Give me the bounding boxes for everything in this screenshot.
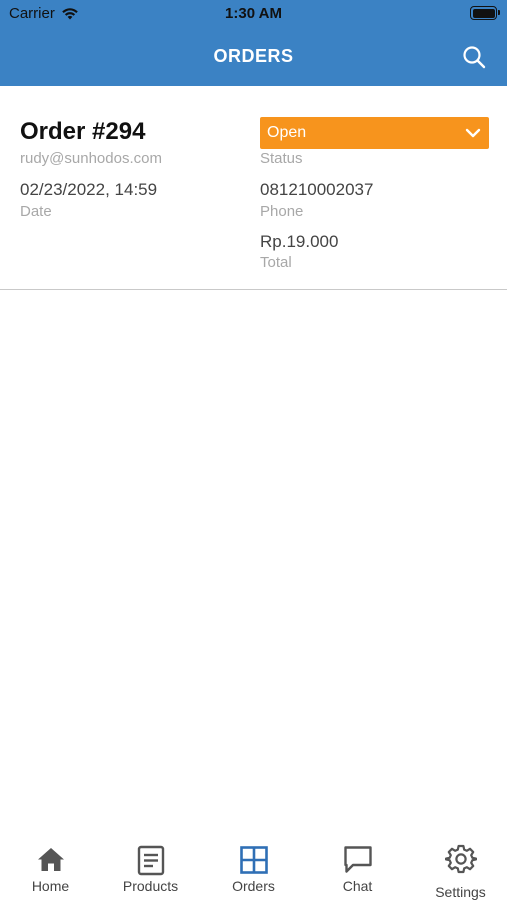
tab-products[interactable]: Products xyxy=(100,828,201,900)
battery-icon xyxy=(470,6,500,20)
order-total: Rp.19.000 xyxy=(260,232,339,251)
nav-bar: ORDERS xyxy=(0,30,507,86)
order-date: 02/23/2022, 14:59 xyxy=(20,180,158,199)
order-phone: 081210002037 xyxy=(260,180,374,199)
chevron-down-icon xyxy=(465,128,481,138)
order-card[interactable]: Order #294 rudy@sunhodos.com 02/23/2022,… xyxy=(0,104,507,290)
tab-orders[interactable]: Orders xyxy=(203,828,304,900)
tab-products-label: Products xyxy=(122,878,179,894)
chat-icon xyxy=(343,846,372,873)
status-label: Status xyxy=(260,150,303,167)
tab-chat-label: Chat xyxy=(342,878,373,894)
tab-chat[interactable]: Chat xyxy=(307,828,408,900)
status-value: Open xyxy=(267,124,307,141)
tab-home[interactable]: Home xyxy=(0,828,101,900)
order-email: rudy@sunhodos.com xyxy=(20,150,162,167)
orders-screen: Carrier 1:30 AM ORDERS Order #294 rudy@s… xyxy=(0,0,507,900)
page-title: ORDERS xyxy=(213,46,294,66)
status-dropdown[interactable]: Open xyxy=(260,117,489,149)
status-bar: Carrier 1:30 AM xyxy=(0,0,507,30)
clock: 1:30 AM xyxy=(225,5,282,22)
app-header: Carrier 1:30 AM ORDERS xyxy=(0,0,507,86)
order-number: Order #294 xyxy=(20,118,146,145)
tab-orders-label: Orders xyxy=(232,878,275,894)
tab-home-label: Home xyxy=(31,878,70,894)
order-date-label: Date xyxy=(20,203,52,220)
tab-settings[interactable]: Settings xyxy=(410,828,507,900)
search-icon[interactable] xyxy=(461,44,487,70)
list-icon xyxy=(137,845,164,876)
home-icon xyxy=(37,848,64,871)
tab-bar: Home Products Orders Chat Settings xyxy=(0,828,507,900)
order-phone-label: Phone xyxy=(260,203,304,220)
order-total-label: Total xyxy=(260,254,292,271)
tab-settings-label: Settings xyxy=(435,884,486,900)
gear-icon xyxy=(444,844,477,874)
grid-icon xyxy=(239,846,268,874)
